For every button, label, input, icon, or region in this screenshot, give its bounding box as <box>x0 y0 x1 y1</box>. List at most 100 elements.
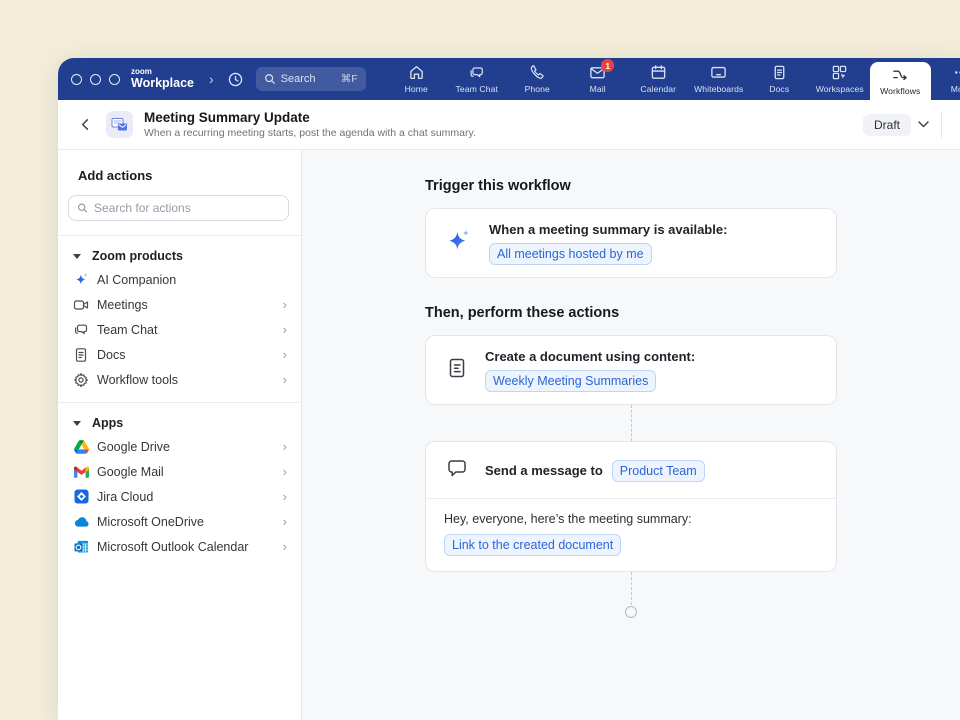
sidebar-item-docs[interactable]: Docs › <box>58 342 301 367</box>
sidebar-item-team-chat[interactable]: Team Chat › <box>58 317 301 342</box>
chevron-right-icon: › <box>283 440 287 453</box>
trigger-card[interactable]: When a meeting summary is available: All… <box>425 208 837 278</box>
sidebar-item-ai-companion[interactable]: AI Companion <box>58 267 301 292</box>
nav-item-phone[interactable]: Phone <box>507 58 568 100</box>
phone-icon <box>529 64 546 81</box>
search-shortcut: ⌘F <box>341 73 358 85</box>
page: { "topbar": { "brand_top": "zoom", "bran… <box>0 0 960 720</box>
workflow-title-block: Meeting Summary Update When a recurring … <box>144 110 476 139</box>
search-icon <box>264 73 276 85</box>
nav-item-whiteboards[interactable]: Whiteboards <box>689 58 750 100</box>
sidebar-item-jira-cloud[interactable]: Jira Cloud › <box>58 484 301 509</box>
google-drive-icon <box>73 439 89 455</box>
page-title: Meeting Summary Update <box>144 110 476 125</box>
chevron-right-icon: › <box>283 323 287 336</box>
sidebar-item-microsoft-onedrive[interactable]: Microsoft OneDrive › <box>58 509 301 534</box>
flow-end-node[interactable] <box>625 606 637 618</box>
collapse-triangle-icon <box>73 421 81 426</box>
outlook-calendar-icon <box>73 539 89 555</box>
document-content-pill[interactable]: Weekly Meeting Summaries <box>485 370 656 392</box>
home-icon <box>408 64 425 81</box>
window-control-close-icon[interactable] <box>71 74 82 85</box>
history-icon[interactable] <box>227 71 244 88</box>
workspaces-icon <box>831 64 848 81</box>
actions-search[interactable] <box>68 195 289 221</box>
calendar-icon <box>650 64 667 81</box>
create-document-text: Create a document using content: <box>485 349 695 364</box>
nav-item-docs[interactable]: Docs <box>749 58 810 100</box>
docs-icon <box>73 347 89 363</box>
nav-item-workspaces[interactable]: Workspaces <box>810 58 871 100</box>
actions-heading: Then, perform these actions <box>425 304 837 322</box>
message-recipient-pill[interactable]: Product Team <box>612 460 705 482</box>
sidebar-item-google-drive[interactable]: Google Drive › <box>58 434 301 459</box>
sidebar-item-workflow-tools[interactable]: Workflow tools › <box>58 367 301 392</box>
section-apps[interactable]: Apps <box>73 416 289 430</box>
nav-item-calendar[interactable]: Calendar <box>628 58 689 100</box>
send-message-card[interactable]: Send a message to Product Team Hey, ever… <box>425 441 837 572</box>
brand-chevron-icon[interactable]: › <box>209 72 214 86</box>
nav-item-workflows[interactable]: Workflows <box>870 62 931 100</box>
workflows-icon <box>892 66 909 83</box>
nav-item-mail[interactable]: 1 Mail <box>568 58 629 100</box>
docs-icon <box>771 64 788 81</box>
team-chat-icon <box>73 322 89 338</box>
global-search-input[interactable]: Search ⌘F <box>256 67 366 91</box>
trigger-heading: Trigger this workflow <box>425 177 837 195</box>
workflow-header: Meeting Summary Update When a recurring … <box>58 100 960 150</box>
window-control-maximize-icon[interactable] <box>109 74 120 85</box>
document-link-pill[interactable]: Link to the created document <box>444 534 621 556</box>
app-window: zoom Workplace › Search ⌘F Home <box>58 58 960 720</box>
nav-item-home[interactable]: Home <box>386 58 447 100</box>
chevron-right-icon: › <box>283 490 287 503</box>
top-navigation-bar: zoom Workplace › Search ⌘F Home <box>58 58 960 100</box>
window-control-minimize-icon[interactable] <box>90 74 101 85</box>
meetings-icon <box>73 297 89 313</box>
team-chat-icon <box>468 64 485 81</box>
trigger-text: When a meeting summary is available: <box>489 222 727 237</box>
nav-item-more[interactable]: More <box>931 58 960 100</box>
gmail-icon <box>73 464 89 480</box>
sidebar-heading: Add actions <box>78 168 301 183</box>
chevron-right-icon: › <box>283 373 287 386</box>
header-right: Draft <box>863 112 960 138</box>
actions-search-input[interactable] <box>94 201 280 215</box>
window-controls[interactable] <box>71 74 120 85</box>
sidebar-item-microsoft-outlook-calendar[interactable]: Microsoft Outlook Calendar › <box>58 534 301 559</box>
flow-connector <box>631 405 632 441</box>
header-divider <box>941 112 942 138</box>
create-document-card[interactable]: Create a document using content: Weekly … <box>425 335 837 405</box>
section-zoom-products[interactable]: Zoom products <box>73 249 289 263</box>
document-icon <box>446 357 468 384</box>
chevron-right-icon: › <box>283 515 287 528</box>
sidebar-item-google-mail[interactable]: Google Mail › <box>58 459 301 484</box>
onedrive-icon <box>73 514 89 530</box>
ai-sparkle-icon <box>446 228 472 259</box>
nav-item-team-chat[interactable]: Team Chat <box>447 58 508 100</box>
add-actions-sidebar: Add actions Zoom products AI Companion <box>58 150 302 720</box>
brand-zoom-text: zoom <box>131 68 194 76</box>
body-row: Add actions Zoom products AI Companion <box>58 150 960 720</box>
workflow-canvas: Trigger this workflow When a meeting sum… <box>302 150 960 720</box>
sidebar-divider <box>58 402 301 403</box>
chevron-right-icon: › <box>283 465 287 478</box>
trigger-scope-pill[interactable]: All meetings hosted by me <box>489 243 652 265</box>
flow-connector <box>631 572 632 605</box>
brand-workplace-text: Workplace <box>131 77 194 90</box>
gear-icon <box>73 372 89 388</box>
zoom-workplace-logo: zoom Workplace <box>131 68 194 90</box>
search-placeholder: Search <box>281 73 316 85</box>
mail-badge: 1 <box>601 59 614 72</box>
chevron-right-icon: › <box>283 348 287 361</box>
back-button[interactable] <box>78 117 93 132</box>
message-body-text: Hey, everyone, here’s the meeting summar… <box>444 512 818 526</box>
mail-icon: 1 <box>589 64 606 81</box>
whiteboards-icon <box>710 64 727 81</box>
status-badge[interactable]: Draft <box>863 114 911 136</box>
sidebar-item-meetings[interactable]: Meetings › <box>58 292 301 317</box>
send-message-text: Send a message to <box>485 463 603 478</box>
search-icon <box>77 202 88 214</box>
status-chevron-down-icon[interactable] <box>918 121 929 128</box>
collapse-triangle-icon <box>73 254 81 259</box>
sidebar-divider <box>58 235 301 236</box>
